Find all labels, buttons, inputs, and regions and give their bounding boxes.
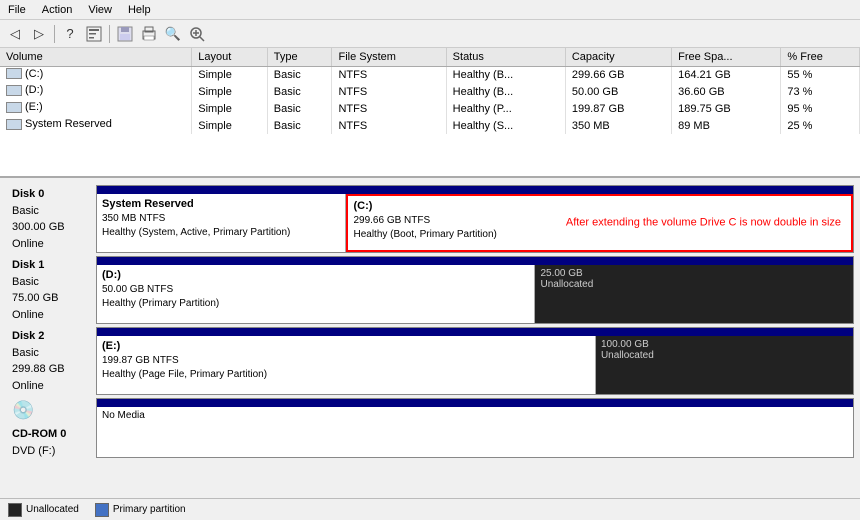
menu-view[interactable]: View [84, 4, 116, 16]
toolbar: ◁ ▷ ? 🔍 [0, 20, 860, 48]
unallocated-swatch [8, 503, 22, 517]
disk0-annotation: After extending the volume Drive C is no… [566, 215, 841, 230]
col-status[interactable]: Status [446, 48, 565, 66]
disk0-status: Online [12, 236, 90, 253]
back-button[interactable]: ◁ [4, 23, 26, 45]
properties-button[interactable] [83, 23, 105, 45]
menu-action[interactable]: Action [38, 4, 77, 16]
disk2-type: Basic [12, 345, 90, 362]
print-button[interactable] [138, 23, 160, 45]
disk0-c-name: (C:) [353, 199, 846, 214]
disk0-label: Disk 0 Basic 300.00 GB Online [6, 185, 96, 253]
legend-unallocated-label: Unallocated [26, 504, 79, 515]
disk0-type: Basic [12, 203, 90, 220]
disk0-name: Disk 0 [12, 186, 90, 203]
disk2-e-size: 199.87 GB NTFS [102, 354, 590, 368]
disk2-e-partition[interactable]: (E:) 199.87 GB NTFS Healthy (Page File, … [97, 336, 596, 394]
col-layout[interactable]: Layout [192, 48, 268, 66]
menu-help[interactable]: Help [124, 4, 155, 16]
col-capacity[interactable]: Capacity [565, 48, 671, 66]
main-content: Volume Layout Type File System Status Ca… [0, 48, 860, 520]
disk1-row: Disk 1 Basic 75.00 GB Online (D:) 50.00 … [6, 256, 854, 324]
volume-table: Volume Layout Type File System Status Ca… [0, 48, 860, 134]
disk2-status: Online [12, 378, 90, 395]
toolbar-separator-1 [54, 25, 55, 43]
legend-unallocated: Unallocated [8, 503, 79, 517]
table-row[interactable]: (D:)SimpleBasicNTFSHealthy (B...50.00 GB… [0, 83, 860, 100]
disk1-type: Basic [12, 274, 90, 291]
menu-bar: File Action View Help [0, 0, 860, 20]
disk1-d-name: (D:) [102, 268, 529, 283]
cdrom0-label: 💿 CD-ROM 0 DVD (F:) [6, 398, 96, 458]
disk2-volumes: (E:) 199.87 GB NTFS Healthy (Page File, … [97, 336, 853, 394]
disk0-c-partition[interactable]: (C:) 299.66 GB NTFS Healthy (Boot, Prima… [346, 194, 853, 252]
legend-primary-label: Primary partition [113, 504, 186, 515]
disk1-name: Disk 1 [12, 257, 90, 274]
col-volume[interactable]: Volume [0, 48, 192, 66]
cdrom0-type: DVD (F:) [12, 443, 90, 460]
cdrom0-top-bar [97, 399, 853, 407]
volume-table-area: Volume Layout Type File System Status Ca… [0, 48, 860, 178]
disk2-unallocated: 100.00 GB Unallocated [596, 336, 853, 394]
col-free[interactable]: Free Spa... [672, 48, 781, 66]
disk2-size: 299.88 GB [12, 361, 90, 378]
col-pctfree[interactable]: % Free [781, 48, 860, 66]
disk1-unalloc-label: Unallocated [540, 279, 593, 290]
legend-primary: Primary partition [95, 503, 186, 517]
cdrom0-status: No Media [97, 407, 853, 457]
disk-graphical-view: Disk 0 Basic 300.00 GB Online System Res… [0, 178, 860, 498]
disk0-volumes: System Reserved 350 MB NTFS Healthy (Sys… [97, 194, 853, 252]
disk1-label: Disk 1 Basic 75.00 GB Online [6, 256, 96, 324]
primary-partition-swatch [95, 503, 109, 517]
table-row[interactable]: (E:)SimpleBasicNTFSHealthy (P...199.87 G… [0, 100, 860, 117]
disk1-d-size: 50.00 GB NTFS [102, 283, 529, 297]
disk2-partitions: (E:) 199.87 GB NTFS Healthy (Page File, … [96, 327, 854, 395]
disk0-top-bar [97, 186, 853, 194]
zoom-button[interactable]: 🔍 [162, 23, 184, 45]
cdrom0-partitions: No Media [96, 398, 854, 458]
disk0-sysreserved-size: 350 MB NTFS [102, 212, 340, 226]
disk2-label: Disk 2 Basic 299.88 GB Online [6, 327, 96, 395]
disk1-unallocated: 25.00 GB Unallocated [535, 265, 853, 323]
table-row[interactable]: (C:)SimpleBasicNTFSHealthy (B...299.66 G… [0, 66, 860, 83]
disk2-unalloc-size: 100.00 GB [601, 339, 654, 350]
disk0-sysreserved-status: Healthy (System, Active, Primary Partiti… [102, 226, 340, 240]
toolbar-separator-2 [109, 25, 110, 43]
col-type[interactable]: Type [267, 48, 332, 66]
disk1-d-status: Healthy (Primary Partition) [102, 297, 529, 311]
disk0-sysreserved-name: System Reserved [102, 197, 340, 212]
disk1-partitions: (D:) 50.00 GB NTFS Healthy (Primary Part… [96, 256, 854, 324]
disk1-d-partition[interactable]: (D:) 50.00 GB NTFS Healthy (Primary Part… [97, 265, 535, 323]
menu-file[interactable]: File [4, 4, 30, 16]
disk1-size: 75.00 GB [12, 290, 90, 307]
disk0-partitions: System Reserved 350 MB NTFS Healthy (Sys… [96, 185, 854, 253]
cdrom0-name: CD-ROM 0 [12, 426, 90, 443]
disk2-name: Disk 2 [12, 328, 90, 345]
disk2-top-bar [97, 328, 853, 336]
disk2-row: Disk 2 Basic 299.88 GB Online (E:) 199.8… [6, 327, 854, 395]
disk2-e-name: (E:) [102, 339, 590, 354]
disk1-volumes: (D:) 50.00 GB NTFS Healthy (Primary Part… [97, 265, 853, 323]
disk2-e-status: Healthy (Page File, Primary Partition) [102, 368, 590, 382]
forward-button[interactable]: ▷ [28, 23, 50, 45]
disk1-status: Online [12, 307, 90, 324]
zoom-in-button[interactable] [186, 23, 208, 45]
disk2-unalloc-label: Unallocated [601, 350, 654, 361]
disk0-sysreserved-partition[interactable]: System Reserved 350 MB NTFS Healthy (Sys… [97, 194, 346, 252]
disk1-unalloc-size: 25.00 GB [540, 268, 593, 279]
save-button[interactable] [114, 23, 136, 45]
disk0-size: 300.00 GB [12, 219, 90, 236]
help-button[interactable]: ? [59, 23, 81, 45]
cdrom0-row: 💿 CD-ROM 0 DVD (F:) No Media [6, 398, 854, 458]
col-filesystem[interactable]: File System [332, 48, 446, 66]
disk0-row: Disk 0 Basic 300.00 GB Online System Res… [6, 185, 854, 253]
legend-bar: Unallocated Primary partition [0, 498, 860, 520]
disk1-top-bar [97, 257, 853, 265]
table-row[interactable]: System ReservedSimpleBasicNTFSHealthy (S… [0, 117, 860, 134]
